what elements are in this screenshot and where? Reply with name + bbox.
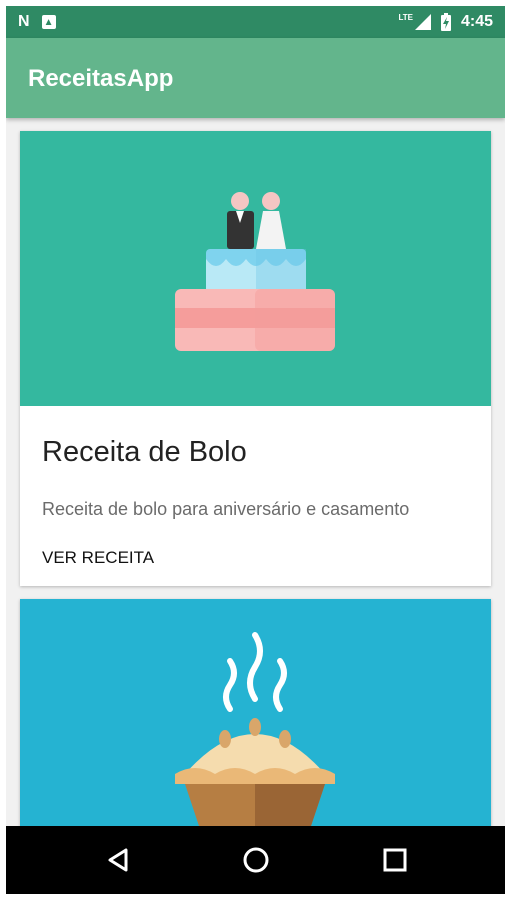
status-left: N ▲ <box>18 13 56 31</box>
lte-label: LTE <box>398 12 413 22</box>
wedding-cake-icon <box>175 192 335 351</box>
signal-icon <box>414 14 431 30</box>
view-recipe-button[interactable]: VER RECEITA <box>42 548 154 568</box>
card-image <box>20 131 491 406</box>
recipe-card-cake[interactable]: Receita de Bolo Receita de bolo para ani… <box>20 131 491 586</box>
clock: 4:45 <box>460 13 493 30</box>
app-bar: ReceitasApp <box>6 38 505 118</box>
home-icon[interactable] <box>240 844 272 876</box>
notification-icon: ▲ <box>41 15 56 29</box>
phone-screen: N ▲ LTE 4:45 ReceitasApp Receita de Bolo… <box>6 6 505 894</box>
n-notification-icon: N <box>18 13 30 30</box>
status-right: LTE 4:45 <box>398 13 493 31</box>
back-icon[interactable] <box>102 844 134 876</box>
recents-icon[interactable] <box>379 844 411 876</box>
app-title: ReceitasApp <box>28 65 174 92</box>
battery-charging-icon <box>440 13 451 31</box>
status-bar: N ▲ LTE 4:45 <box>6 6 505 38</box>
card-title: Receita de Bolo <box>42 436 247 468</box>
card-description: Receita de bolo para aniversário e casam… <box>42 499 410 519</box>
navigation-bar <box>6 826 505 894</box>
